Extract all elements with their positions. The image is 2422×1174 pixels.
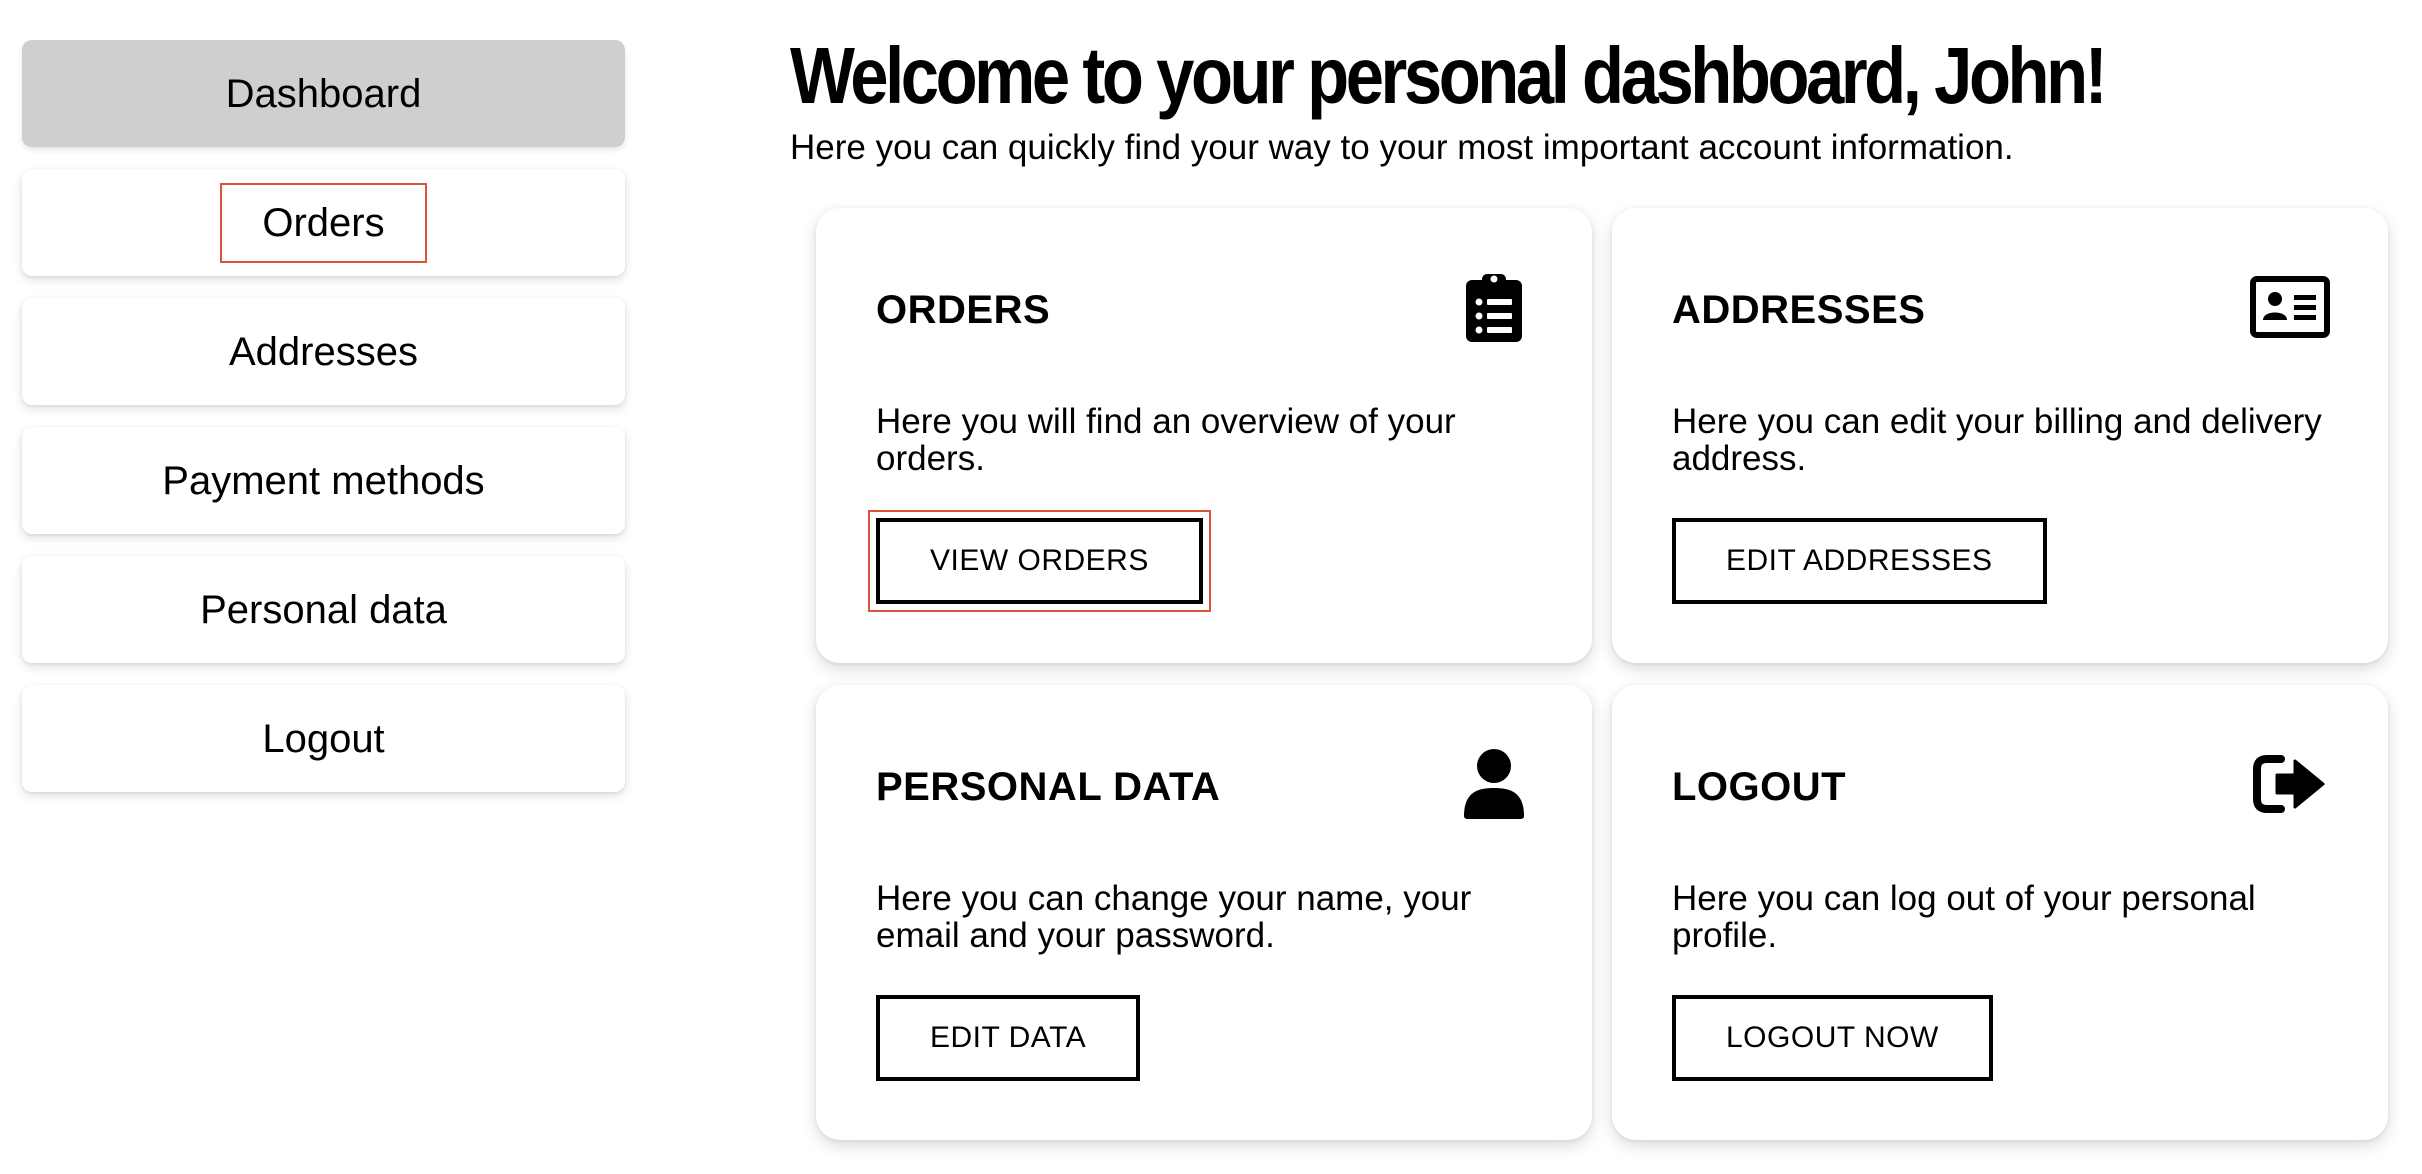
user-icon xyxy=(1454,747,1534,821)
personal-data-card: PERSONAL DATA Here you can change your n… xyxy=(816,685,1592,1140)
button-wrapper: EDIT DATA xyxy=(868,987,1148,1089)
card-description: Here you can change your name, your emai… xyxy=(876,879,1472,955)
card-title: ADDRESSES xyxy=(1672,288,1926,332)
page-title: Welcome to your personal dashboard, John… xyxy=(790,31,2108,120)
edit-addresses-button[interactable]: EDIT ADDRESSES xyxy=(1672,518,2047,604)
sidebar-item-personal-data[interactable]: Personal data xyxy=(22,556,625,663)
button-focus-outline: VIEW ORDERS xyxy=(868,510,1211,612)
card-description: Here you can log out of your personal pr… xyxy=(1672,879,2256,955)
sidebar-item-orders[interactable]: Orders xyxy=(22,169,625,276)
sidebar: Dashboard Orders Addresses Payment metho… xyxy=(22,40,625,814)
sidebar-item-dashboard[interactable]: Dashboard xyxy=(22,40,625,147)
clipboard-list-icon xyxy=(1454,270,1534,344)
sidebar-item-payment-methods[interactable]: Payment methods xyxy=(22,427,625,534)
sidebar-item-label: Dashboard xyxy=(225,71,422,116)
view-orders-button[interactable]: VIEW ORDERS xyxy=(876,518,1203,604)
logout-now-button[interactable]: LOGOUT NOW xyxy=(1672,995,1993,1081)
card-title: PERSONAL DATA xyxy=(876,765,1221,809)
button-wrapper: LOGOUT NOW xyxy=(1664,987,2001,1089)
edit-data-button[interactable]: EDIT DATA xyxy=(876,995,1141,1081)
page-subtitle: Here you can quickly find your way to yo… xyxy=(790,128,2014,167)
card-title: ORDERS xyxy=(876,288,1051,332)
orders-card: ORDERS Here you will find an overview of… xyxy=(816,208,1592,663)
logout-card: LOGOUT Here you can log out of your pers… xyxy=(1612,685,2388,1140)
sidebar-item-label: Personal data xyxy=(200,587,447,632)
card-title: LOGOUT xyxy=(1672,765,1847,809)
dashboard-cards: ORDERS Here you will find an overview of… xyxy=(816,208,2388,1140)
address-card-icon xyxy=(2250,270,2330,344)
button-wrapper: EDIT ADDRESSES xyxy=(1664,510,2055,612)
card-description: Here you will find an overview of your o… xyxy=(876,402,1456,478)
sidebar-item-addresses[interactable]: Addresses xyxy=(22,298,625,405)
addresses-card: ADDRESSES Here you can edit your billing… xyxy=(1612,208,2388,663)
card-description: Here you can edit your billing and deliv… xyxy=(1672,402,2322,478)
sidebar-item-logout[interactable]: Logout xyxy=(22,685,625,792)
sign-out-icon xyxy=(2250,747,2330,821)
sidebar-item-label: Orders xyxy=(220,182,427,263)
sidebar-item-label: Addresses xyxy=(229,329,418,374)
sidebar-item-label: Payment methods xyxy=(162,458,485,503)
sidebar-item-label: Logout xyxy=(262,716,385,761)
